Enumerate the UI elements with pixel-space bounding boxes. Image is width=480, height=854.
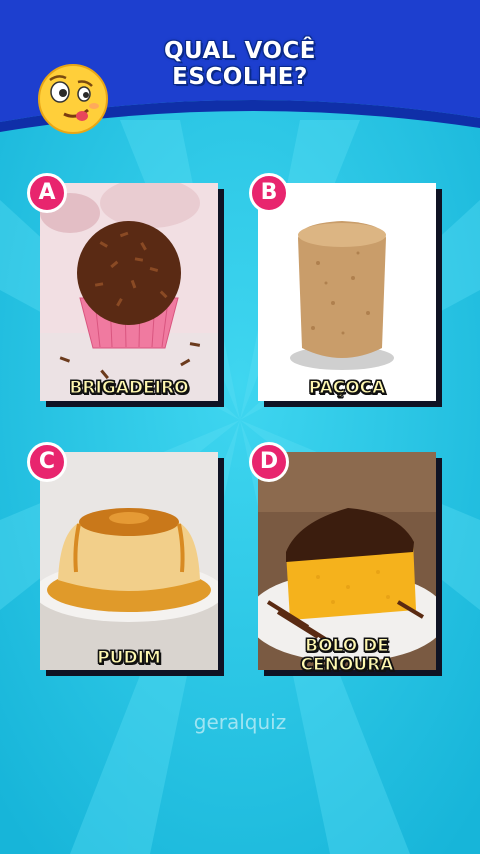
option-label-a: BRIGADEIRO <box>69 378 189 398</box>
option-card-d[interactable]: BOLO DE CENOURA <box>258 452 436 675</box>
option-card-a[interactable]: BRIGADEIRO <box>40 183 218 401</box>
option-label-d-line-1: BOLO DE <box>305 636 390 656</box>
watermark: geralquiz <box>193 710 287 734</box>
option-badge-d: D <box>249 442 289 482</box>
pudim-image <box>40 452 218 670</box>
option-label-c: PUDIM <box>97 648 162 668</box>
option-label-d-line-2: CENOURA <box>300 655 394 675</box>
thinking-face-emoji-icon <box>38 64 108 134</box>
pacoca-image <box>258 183 436 401</box>
option-label-d: BOLO DE CENOURA <box>258 636 436 675</box>
title-line-1: QUAL VOCÊ <box>163 38 317 64</box>
option-card-c[interactable]: PUDIM <box>40 452 218 670</box>
option-badge-b: B <box>249 173 289 213</box>
option-card-b[interactable]: PAÇOCA <box>258 183 436 401</box>
brigadeiro-image <box>40 183 218 401</box>
option-badge-a: A <box>27 173 67 213</box>
option-badge-c: C <box>27 442 67 482</box>
option-label-b: PAÇOCA <box>308 378 386 398</box>
